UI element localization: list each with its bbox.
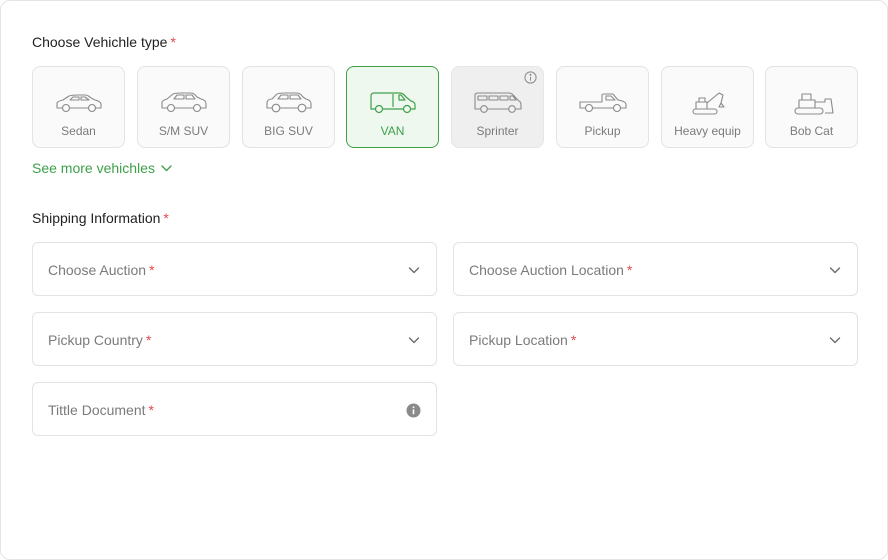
sprinter-icon xyxy=(474,92,522,113)
choose-auction-select[interactable]: Choose Auction * xyxy=(32,242,437,296)
vehicle-type-title: Choose Vehichle type xyxy=(32,34,168,50)
title-document-field[interactable]: Tittle Document * xyxy=(32,382,437,436)
vehicle-label: BIG SUV xyxy=(264,124,313,138)
chevron-down-icon xyxy=(161,164,172,171)
required-mark: * xyxy=(148,402,154,418)
required-mark: * xyxy=(163,210,169,226)
pickup-icon xyxy=(579,93,627,113)
info-icon[interactable] xyxy=(524,71,537,84)
vehicle-option-van[interactable]: VAN xyxy=(346,66,439,148)
required-mark: * xyxy=(149,262,155,278)
field-label: Choose Auction Location * xyxy=(469,262,632,278)
chevron-down-icon xyxy=(829,337,841,344)
pickup-country-select[interactable]: Pickup Country * xyxy=(32,312,437,366)
vehicle-option-bob-cat[interactable]: Bob Cat xyxy=(765,66,858,148)
vehicle-type-options: Sedan S/M SUV BIG SUV VAN Sprinter Picku… xyxy=(32,66,858,148)
chevron-down-icon xyxy=(829,267,841,274)
field-label-text: Tittle Document xyxy=(48,402,146,418)
vehicle-label: Pickup xyxy=(584,124,621,138)
vehicle-label: Heavy equip xyxy=(674,124,741,138)
chevron-down-icon xyxy=(408,267,420,274)
vehicle-type-heading: Choose Vehichle type * xyxy=(32,34,176,50)
info-icon[interactable] xyxy=(406,403,421,418)
see-more-vehicles-link[interactable]: See more vehichles xyxy=(32,160,172,176)
field-label-text: Pickup Country xyxy=(48,332,143,348)
vehicle-label: Bob Cat xyxy=(789,124,834,138)
suv-icon xyxy=(161,92,207,113)
field-label-text: Choose Auction xyxy=(48,262,147,278)
vehicle-option-sm-suv[interactable]: S/M SUV xyxy=(137,66,230,148)
big-suv-icon xyxy=(266,92,312,113)
vehicle-option-big-suv[interactable]: BIG SUV xyxy=(242,66,335,148)
vehicle-option-sprinter[interactable]: Sprinter xyxy=(451,66,544,148)
required-mark: * xyxy=(626,262,633,278)
vehicle-label: VAN xyxy=(380,124,405,138)
choose-auction-location-select[interactable]: Choose Auction Location * xyxy=(453,242,858,296)
pickup-location-select[interactable]: Pickup Location * xyxy=(453,312,858,366)
excavator-icon xyxy=(692,92,725,115)
field-label: Pickup Country * xyxy=(48,332,151,348)
required-mark: * xyxy=(570,332,577,348)
vehicle-label: Sedan xyxy=(61,124,96,138)
vehicle-label: Sprinter xyxy=(476,124,519,138)
field-label-text: Choose Auction Location xyxy=(469,262,624,278)
field-label: Choose Auction * xyxy=(48,262,155,278)
shipping-info-title: Shipping Information xyxy=(32,210,161,226)
required-mark: * xyxy=(170,34,176,50)
vehicle-option-sedan[interactable]: Sedan xyxy=(32,66,125,148)
required-mark: * xyxy=(145,332,152,348)
bulldozer-icon xyxy=(794,93,834,115)
field-label: Pickup Location * xyxy=(469,332,576,348)
chevron-down-icon xyxy=(408,337,420,344)
vehicle-label: S/M SUV xyxy=(158,124,209,138)
vehicle-option-pickup[interactable]: Pickup xyxy=(556,66,649,148)
van-icon xyxy=(370,92,416,114)
vehicle-option-heavy-equip[interactable]: Heavy equip xyxy=(661,66,754,148)
shipping-info-heading: Shipping Information * xyxy=(32,210,169,226)
see-more-label: See more vehichles xyxy=(32,160,155,176)
sedan-icon xyxy=(56,94,102,113)
field-label-text: Pickup Location xyxy=(469,332,568,348)
shipping-form-card: Choose Vehichle type * Sedan S/M SUV BIG… xyxy=(0,0,888,560)
field-label: Tittle Document * xyxy=(48,402,154,418)
